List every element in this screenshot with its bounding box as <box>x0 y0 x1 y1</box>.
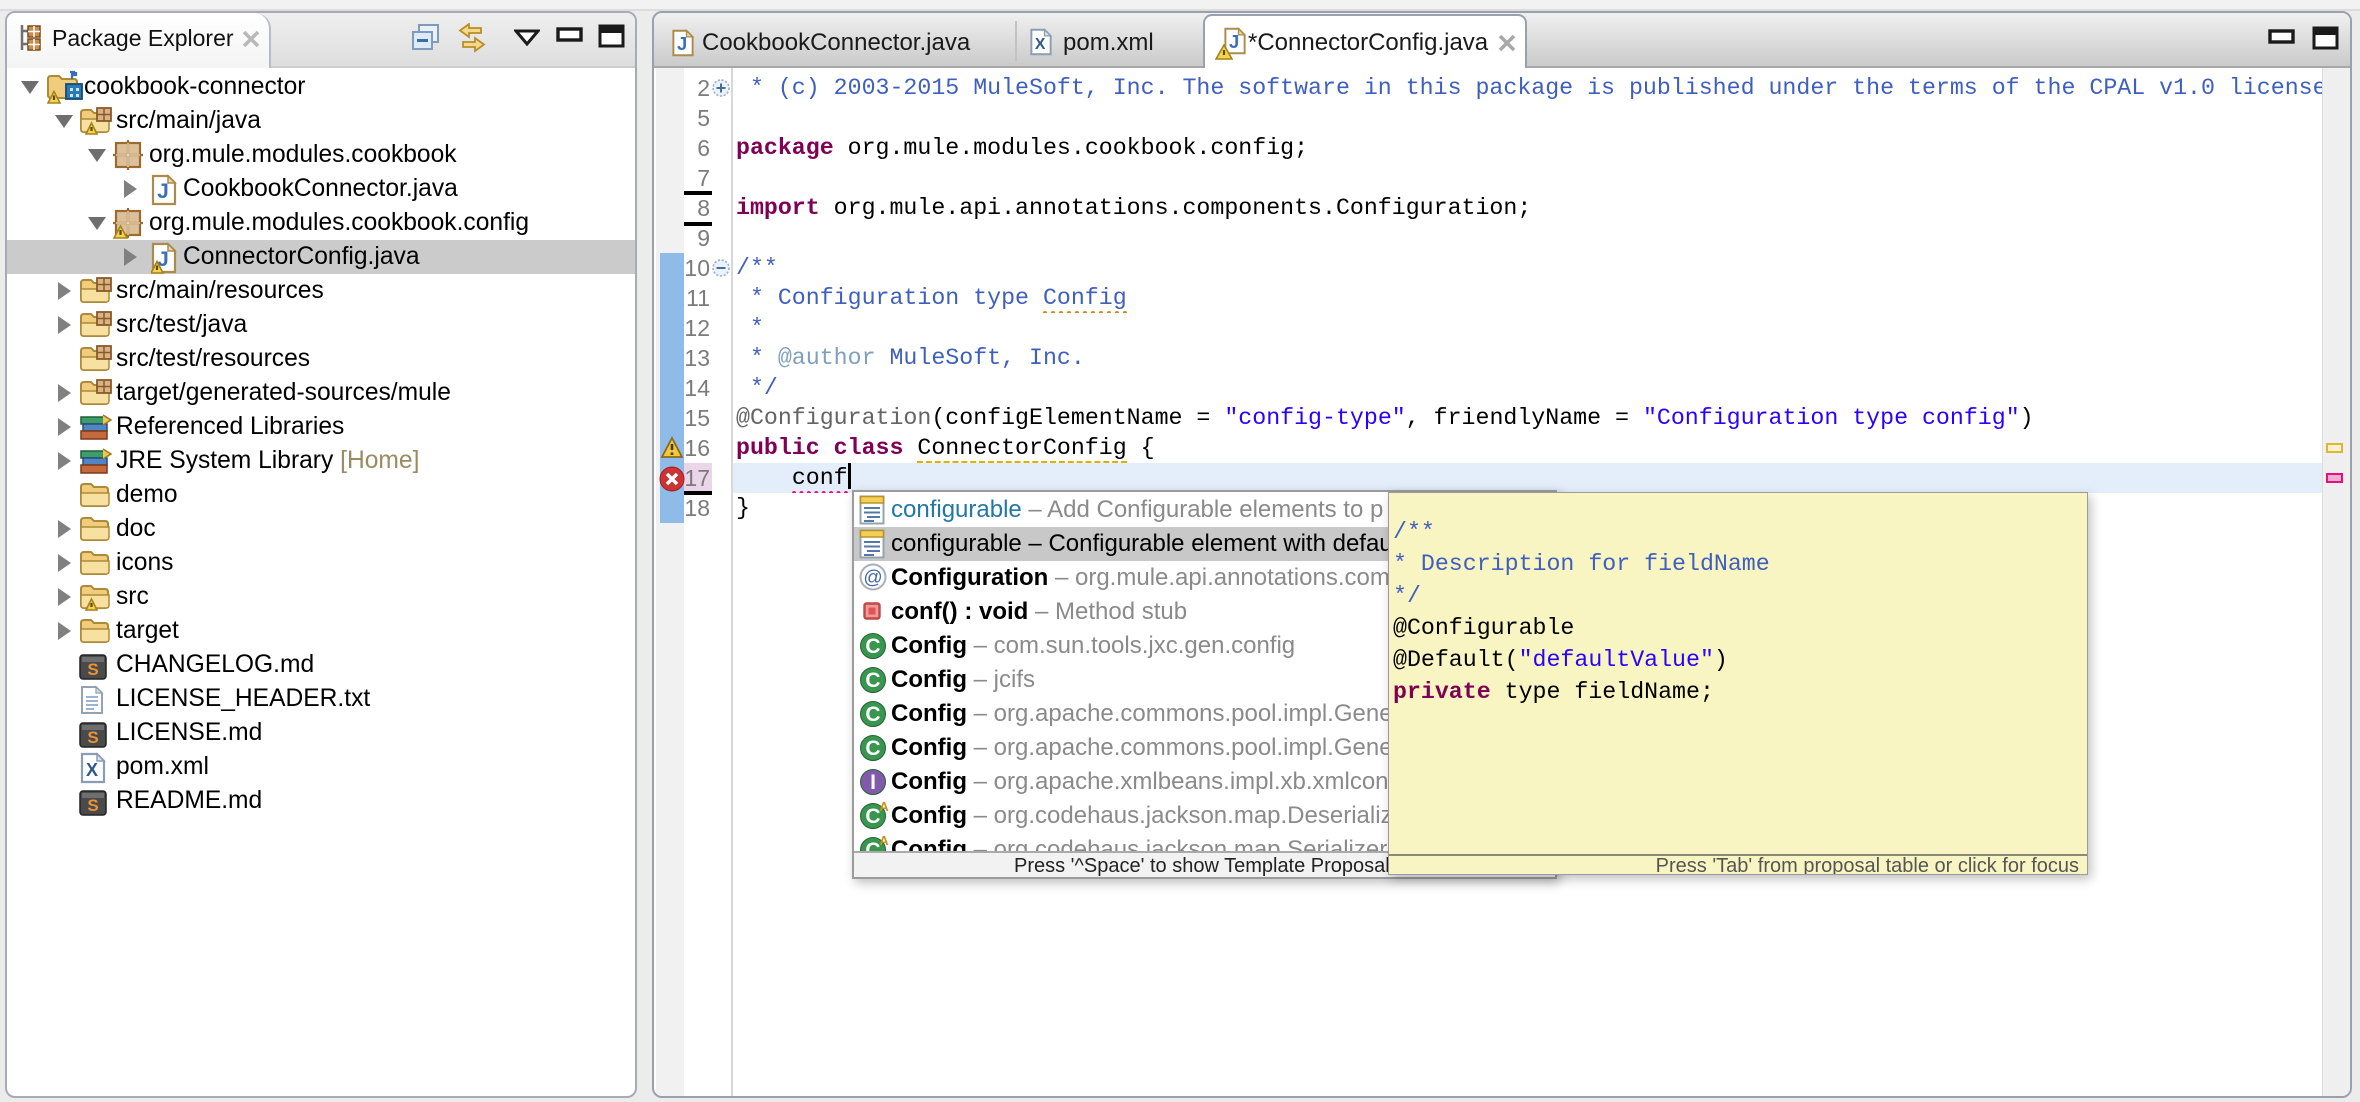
svg-text:S: S <box>87 728 98 747</box>
svg-text:X: X <box>1035 36 1046 53</box>
svg-text:I: I <box>870 771 876 794</box>
svg-text:A: A <box>879 801 889 814</box>
svg-text:C: C <box>865 635 880 658</box>
svg-text:X: X <box>86 760 98 780</box>
svg-text:C: C <box>865 737 880 760</box>
svg-text:S: S <box>87 660 98 679</box>
svg-text:A: A <box>879 835 889 848</box>
svg-text:C: C <box>865 805 880 828</box>
svg-text:S: S <box>87 796 98 815</box>
svg-text:J: J <box>677 33 687 54</box>
svg-text:C: C <box>865 703 880 726</box>
svg-text:C: C <box>865 669 880 692</box>
svg-text:J: J <box>157 180 169 203</box>
svg-text:@: @ <box>863 568 882 589</box>
